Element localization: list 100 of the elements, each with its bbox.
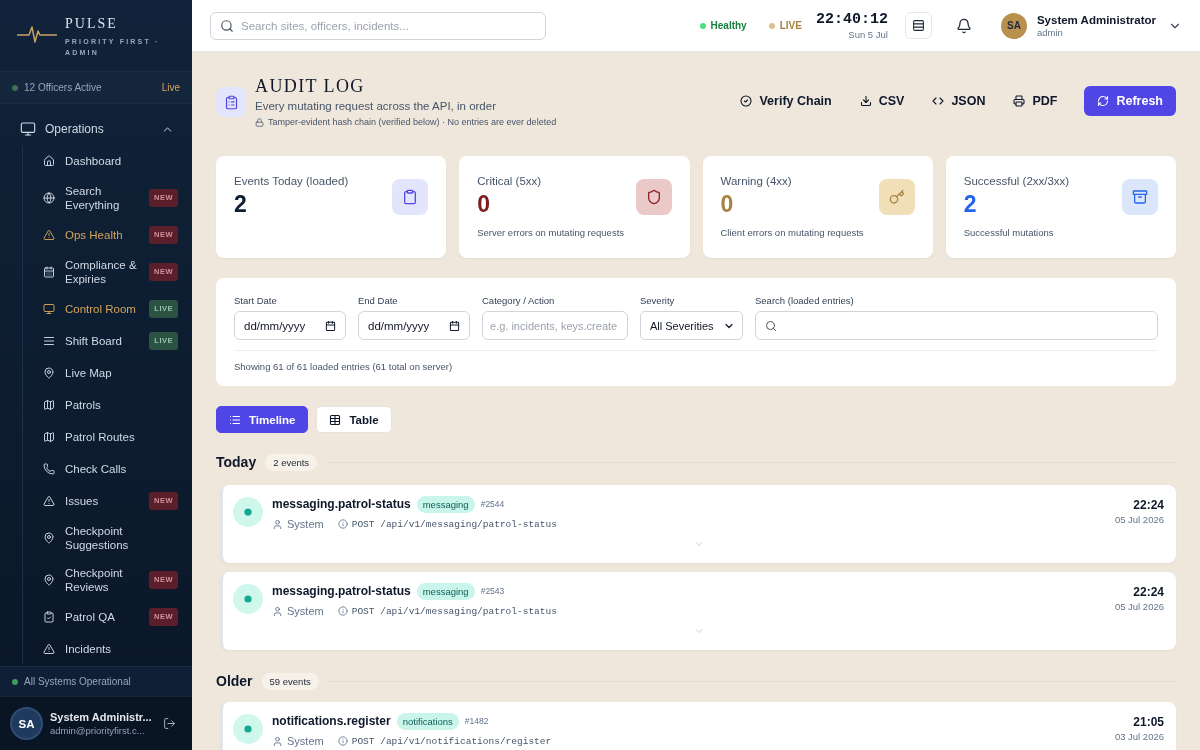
- warning-icon: [43, 495, 55, 507]
- clipboard-list-icon: [216, 87, 246, 117]
- nav-item[interactable]: Live Map: [23, 358, 178, 388]
- event-action: messaging.patrol-status: [272, 584, 411, 598]
- info-icon: [337, 519, 348, 529]
- search-icon: [220, 18, 234, 33]
- nav-item[interactable]: Dashboard: [23, 146, 178, 176]
- view-tab[interactable]: Timeline: [216, 406, 309, 433]
- user-icon: [272, 735, 283, 747]
- logout-icon[interactable]: [163, 717, 176, 730]
- key-icon: [878, 179, 915, 215]
- calendar-icon: [325, 320, 336, 331]
- pulse-logo-icon: [17, 25, 57, 43]
- nav-item[interactable]: Check Calls: [23, 454, 178, 484]
- page-subtitle: Every mutating request across the API, in order: [255, 100, 496, 112]
- stat-caption: Client errors on mutating requests: [720, 227, 864, 238]
- download-icon: [859, 95, 872, 107]
- printer-icon: [1013, 95, 1026, 107]
- view-tab[interactable]: Table: [316, 406, 392, 433]
- clock-time: 22:40:12: [815, 11, 888, 28]
- system-status: All Systems Operational: [24, 676, 131, 687]
- select-field[interactable]: All Severities: [640, 311, 743, 340]
- event-request: POST /api/v1/messaging/patrol-status: [351, 605, 557, 617]
- input-field[interactable]: e.g. incidents, keys.create: [482, 311, 628, 340]
- date-field[interactable]: dd/mm/yyyy: [234, 311, 346, 340]
- user-email: admin@priorityfirst.c...: [50, 725, 145, 736]
- refresh-button[interactable]: Refresh: [1084, 86, 1176, 116]
- map-icon: [43, 399, 55, 411]
- page-title: AUDIT LOG: [255, 75, 365, 97]
- csv-export-button[interactable]: CSV: [848, 86, 916, 116]
- user-icon: [272, 518, 283, 530]
- rows-icon: [911, 19, 925, 32]
- group-title: Older: [216, 673, 253, 689]
- map-pin-icon: [43, 532, 55, 544]
- event-number: #2543: [480, 586, 505, 596]
- event-number: #2544: [480, 499, 505, 509]
- event-date: 05 Jul 2026: [1114, 514, 1164, 525]
- user-avatar[interactable]: SA: [1000, 12, 1027, 39]
- field-label: Start Date: [234, 295, 278, 306]
- warning-icon: [43, 643, 55, 655]
- user-avatar: SA: [10, 707, 43, 740]
- stat-caption: Successful mutations: [963, 227, 1054, 238]
- stat-label: Successful (2xx/3xx): [963, 175, 1070, 187]
- status-dot-icon: [12, 678, 18, 685]
- status-dot-icon: [768, 22, 775, 29]
- info-icon: [337, 606, 348, 616]
- status-dot-icon: [12, 84, 18, 91]
- notifications-button[interactable]: [955, 17, 972, 34]
- search-field[interactable]: Search sites, officers, incidents...: [210, 11, 546, 40]
- date-field[interactable]: dd/mm/yyyy: [358, 311, 470, 340]
- group-title: Today: [216, 454, 257, 470]
- clipboard-check-icon: [43, 611, 55, 623]
- json-export-button[interactable]: JSON: [921, 86, 997, 116]
- list-icon: [229, 413, 241, 426]
- status-dot-icon: [699, 22, 706, 29]
- event-card[interactable]: notifications.register notifications #1482 System POST /api/v1/notifications/register 21:05 03 Jul 2026: [220, 702, 1176, 750]
- stat-label: Critical (5xx): [477, 175, 542, 187]
- event-actor: System: [287, 518, 324, 530]
- page-note: Tamper-evident hash chain (verified below) · No entries are ever deleted: [268, 117, 557, 127]
- lock-icon: [255, 117, 264, 127]
- map-icon: [43, 431, 55, 443]
- nav-group[interactable]: Operations: [14, 114, 178, 144]
- event-action: notifications.register: [272, 714, 391, 728]
- refresh-icon: [1097, 95, 1110, 107]
- nav-item[interactable]: Incidents: [23, 634, 178, 664]
- stat-value: 2: [963, 191, 977, 218]
- stat-label: Warning (4xx): [720, 175, 792, 187]
- search-field[interactable]: [755, 311, 1158, 340]
- search-icon: [765, 319, 777, 332]
- nav-item[interactable]: Patrols: [23, 390, 178, 420]
- status-label: LIVE: [779, 20, 802, 31]
- rows-button[interactable]: [904, 12, 932, 39]
- nav-item[interactable]: Checkpoint Suggestions: [23, 518, 178, 558]
- field-label: Category / Action: [482, 295, 556, 306]
- stat-value: 2: [234, 191, 247, 218]
- event-request: POST /api/v1/notifications/register: [351, 735, 552, 747]
- calendar-icon: [449, 320, 460, 331]
- pdf-export-button[interactable]: PDF: [1002, 86, 1069, 116]
- field-label: Search (loaded entries): [755, 295, 855, 306]
- globe-icon: [43, 192, 55, 204]
- event-card[interactable]: messaging.patrol-status messaging #2543 System POST /api/v1/messaging/patrol-status 22:24 05 Jul 2026: [220, 572, 1176, 650]
- status-dot-icon: [233, 714, 263, 744]
- house-icon: [43, 155, 55, 167]
- user-name: System Administr...: [50, 711, 152, 723]
- phone-icon: [43, 463, 55, 475]
- event-date: 05 Jul 2026: [1114, 601, 1164, 612]
- event-date: 03 Jul 2026: [1114, 731, 1164, 742]
- monitor-icon: [43, 303, 55, 315]
- status-dot-icon: [233, 584, 263, 614]
- event-time: 22:24: [1133, 498, 1164, 512]
- calendar-icon: [43, 266, 55, 278]
- results-summary: Showing 61 of 61 loaded entries (61 total on server): [234, 361, 454, 372]
- map-pin-icon: [43, 367, 55, 379]
- event-card[interactable]: messaging.patrol-status messaging #2544 System POST /api/v1/messaging/patrol-status 22:24 05 Jul 2026: [220, 485, 1176, 563]
- stat-label: Events Today (loaded): [234, 175, 349, 187]
- officers-active: 12 Officers Active: [24, 82, 102, 93]
- archive-icon: [1122, 179, 1158, 215]
- verify-chain-button[interactable]: Verify Chain: [729, 86, 843, 116]
- nav-item[interactable]: Patrol Routes: [23, 422, 178, 452]
- info-icon: [337, 736, 348, 746]
